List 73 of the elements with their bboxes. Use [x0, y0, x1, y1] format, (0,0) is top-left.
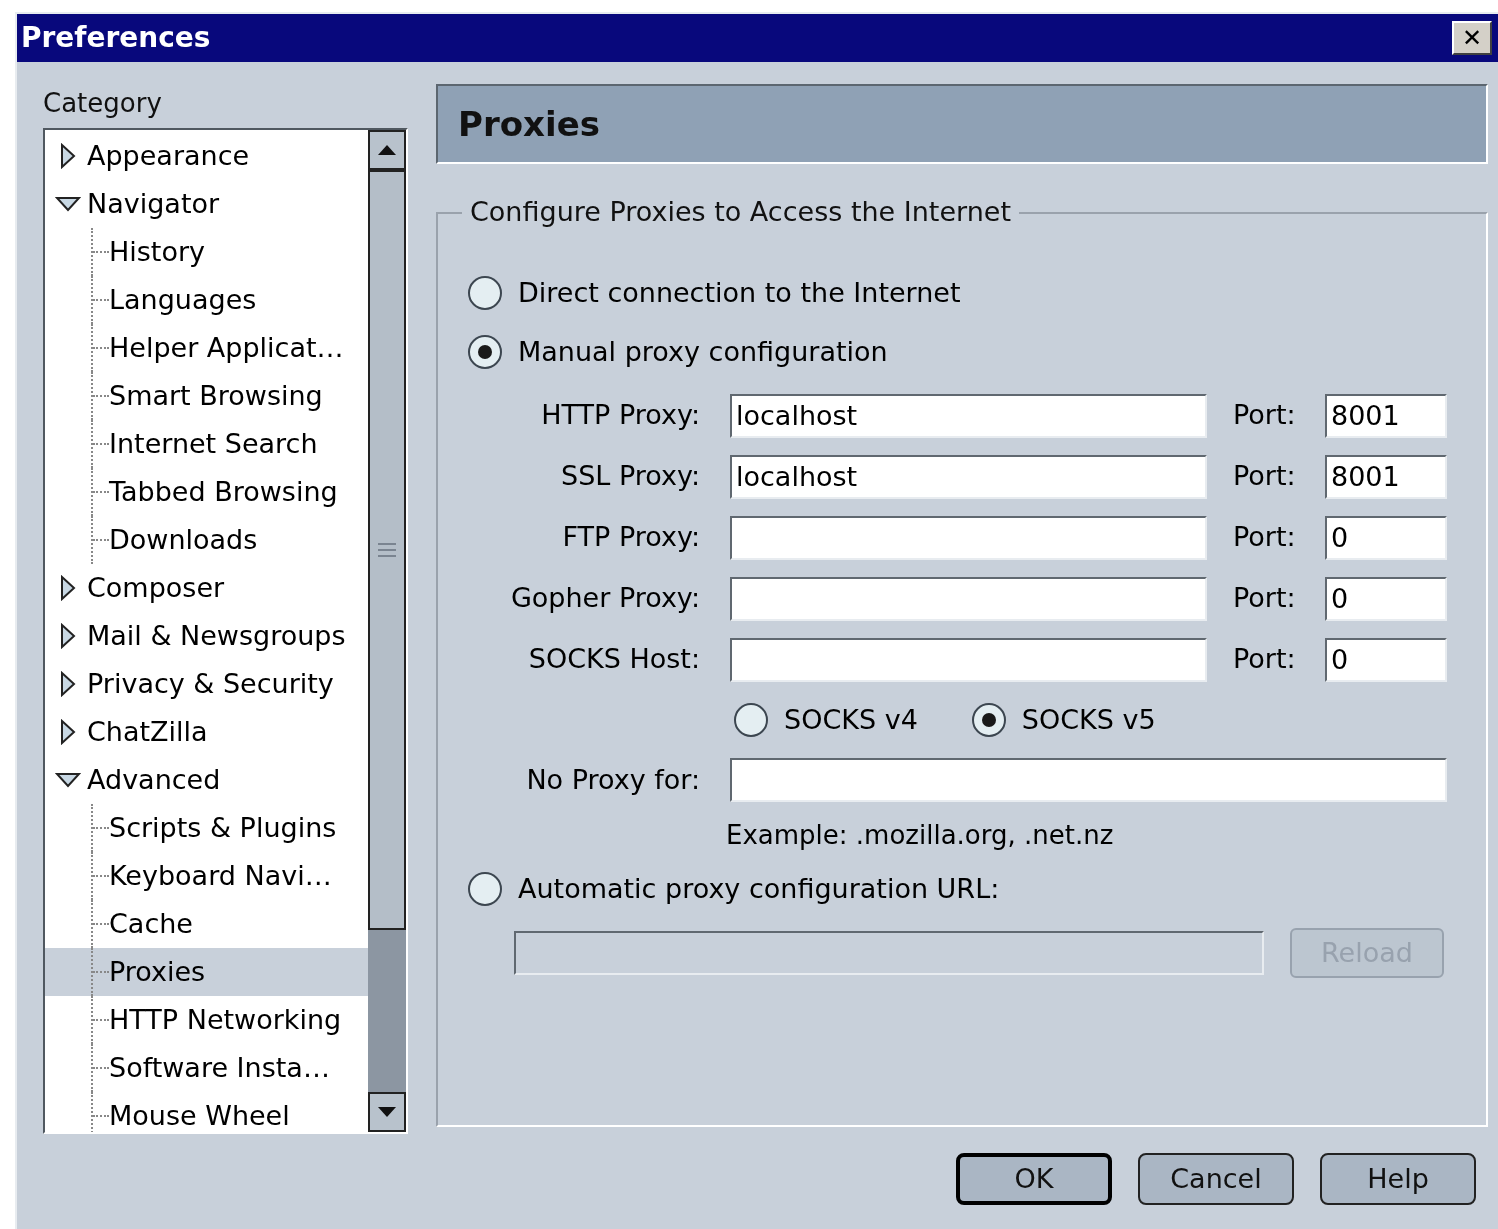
tree-item[interactable]: Downloads — [109, 519, 258, 561]
no-proxy-field[interactable] — [730, 758, 1447, 802]
radio-button[interactable] — [971, 703, 1006, 737]
radio-label: Automatic proxy configuration URL: — [518, 871, 1000, 906]
tree-item[interactable]: Cache — [109, 903, 193, 945]
tree-item[interactable]: Mail & Newsgroups — [45, 612, 368, 660]
grip-icon — [378, 540, 396, 560]
collapsed-triangle-icon[interactable] — [59, 575, 77, 601]
tree-item[interactable]: Internet Search — [109, 423, 318, 465]
tree-item[interactable]: Mouse Wheel — [109, 1095, 290, 1132]
tree-item[interactable]: Tabbed Browsing — [109, 471, 338, 513]
port-field[interactable]: 8001 — [1325, 393, 1447, 438]
proxy-field[interactable]: localhost — [730, 454, 1207, 499]
tree-item[interactable]: Helper Applicat… — [109, 327, 344, 369]
tree-item[interactable]: Languages — [109, 279, 257, 321]
radio-button[interactable] — [468, 276, 502, 310]
dialog-button[interactable]: OK — [956, 1153, 1112, 1205]
field-label: SOCKS Host: — [527, 642, 700, 677]
port-label: Port: — [1233, 581, 1297, 616]
port-label: Port: — [1233, 642, 1297, 677]
proxy-field[interactable] — [730, 576, 1207, 621]
field-label: HTTP Proxy: — [540, 398, 700, 433]
radio-button[interactable] — [468, 335, 502, 369]
up-arrow-icon — [378, 145, 396, 155]
tree-item[interactable]: Privacy & Security — [45, 660, 368, 708]
tree-item[interactable]: Appearance — [45, 132, 368, 180]
tree-item[interactable]: Keyboard Navi… — [109, 855, 332, 897]
tree-item[interactable]: Scripts & Plugins — [109, 807, 337, 849]
field-label: Gopher Proxy: — [509, 581, 700, 616]
field-label: FTP Proxy: — [561, 520, 700, 555]
collapsed-triangle-icon[interactable] — [59, 623, 77, 649]
scroll-thumb[interactable] — [368, 170, 406, 930]
port-field[interactable]: 0 — [1325, 637, 1447, 682]
proxy-field[interactable] — [730, 637, 1207, 682]
close-button[interactable]: ✕ — [1452, 21, 1492, 55]
window-title: Preferences — [21, 20, 211, 56]
tree-item[interactable]: HTTP Networking — [109, 999, 342, 1041]
scrollbar[interactable] — [368, 130, 406, 1132]
dialog-button[interactable]: Cancel — [1138, 1153, 1294, 1205]
tree-item[interactable]: Navigator — [45, 180, 368, 228]
field-label: No Proxy for: — [525, 762, 700, 797]
panel-title: Proxies — [458, 102, 600, 146]
collapsed-triangle-icon[interactable] — [59, 671, 77, 697]
tree-item[interactable]: History — [109, 231, 206, 273]
scroll-up-button[interactable] — [368, 130, 406, 170]
example-text: Example: .mozilla.org, .net.nz — [726, 818, 1114, 852]
collapsed-triangle-icon[interactable] — [59, 143, 77, 169]
radio-label: Manual proxy configuration — [518, 334, 888, 369]
scroll-down-button[interactable] — [368, 1092, 406, 1132]
port-label: Port: — [1233, 459, 1297, 494]
radio-label: SOCKS v5 — [1021, 702, 1156, 737]
radio-label: Direct connection to the Internet — [518, 275, 961, 310]
expanded-triangle-icon[interactable] — [55, 195, 81, 213]
expanded-triangle-icon[interactable] — [55, 771, 81, 789]
field-label: SSL Proxy: — [560, 459, 700, 494]
port-label: Port: — [1233, 520, 1297, 555]
category-label: Category — [43, 87, 163, 120]
port-field[interactable]: 0 — [1325, 576, 1447, 621]
radio-label: SOCKS v4 — [784, 702, 918, 737]
port-field[interactable]: 0 — [1325, 515, 1447, 560]
proxy-field[interactable]: localhost — [730, 393, 1207, 438]
tree-item[interactable]: Software Insta… — [109, 1047, 330, 1089]
proxy-field[interactable] — [730, 515, 1207, 560]
dialog-button[interactable]: Help — [1320, 1153, 1476, 1205]
tree-item[interactable]: Smart Browsing — [109, 375, 323, 417]
port-field[interactable]: 8001 — [1325, 454, 1447, 499]
radio-button[interactable] — [734, 703, 768, 737]
tree-item[interactable]: Advanced — [45, 756, 368, 804]
port-label: Port: — [1233, 398, 1297, 433]
down-arrow-icon — [378, 1107, 396, 1117]
tree-item[interactable]: ChatZilla — [45, 708, 368, 756]
collapsed-triangle-icon[interactable] — [59, 719, 77, 745]
tree-item[interactable]: Composer — [45, 564, 368, 612]
